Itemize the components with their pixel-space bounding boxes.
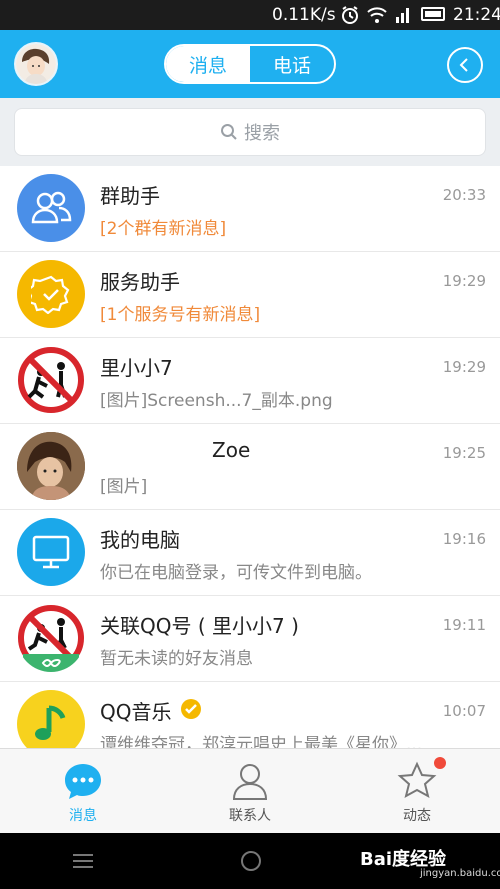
conversation-time: 19:25 xyxy=(442,444,486,462)
tab-label: 动态 xyxy=(403,808,431,824)
back-button[interactable] xyxy=(447,47,483,83)
user-avatar[interactable] xyxy=(14,42,58,86)
tab-feeds[interactable]: 动态 xyxy=(334,749,500,834)
tab-label: 联系人 xyxy=(229,808,271,824)
contacts-icon xyxy=(230,761,270,801)
conversation-name: 关联QQ号 ( 里小小7 ) xyxy=(100,614,299,638)
conversation-preview: [图片] xyxy=(100,477,148,497)
monitor-icon xyxy=(17,518,85,586)
conversation-item[interactable]: 我的电脑 你已在电脑登录，可传文件到电脑。 19:16 xyxy=(0,510,500,596)
notification-dot xyxy=(434,757,446,769)
star-icon xyxy=(397,761,437,801)
conversation-item[interactable]: 关联QQ号 ( 里小小7 ) 暂无未读的好友消息 19:11 xyxy=(0,596,500,682)
conversation-time: 19:29 xyxy=(442,272,486,290)
group-icon xyxy=(17,174,85,242)
conversation-time: 20:33 xyxy=(442,186,486,204)
home-icon[interactable] xyxy=(240,850,262,876)
conversation-time: 10:07 xyxy=(442,702,486,720)
conversation-preview: [图片]Screensh...7_副本.png xyxy=(100,391,333,411)
conversation-preview: [2个群有新消息] xyxy=(100,219,227,239)
conversation-name: 里小小7 xyxy=(100,356,173,380)
search-input[interactable]: 搜索 xyxy=(14,108,486,156)
conversation-time: 19:11 xyxy=(442,616,486,634)
network-speed: 0.11K/s xyxy=(272,5,336,25)
search-area: 搜索 xyxy=(0,98,500,166)
conversation-item[interactable]: QQ音乐 谭维维夺冠，郑淳元唱史上最美《星你》... 10:07 xyxy=(0,682,500,748)
tab-contacts[interactable]: 联系人 xyxy=(167,749,333,834)
conversation-time: 19:29 xyxy=(442,358,486,376)
conversation-preview: 你已在电脑登录，可传文件到电脑。 xyxy=(100,563,372,583)
conversation-time: 19:16 xyxy=(442,530,486,548)
conversation-name: 群助手 xyxy=(100,184,160,208)
alarm-icon xyxy=(340,5,360,30)
chat-bubble-icon xyxy=(63,761,103,801)
photo-avatar xyxy=(17,432,85,500)
conversation-preview: 谭维维夺冠，郑淳元唱史上最美《星你》... xyxy=(100,735,423,748)
search-placeholder: 搜索 xyxy=(244,123,280,144)
status-bar: 0.11K/s 21:24 xyxy=(0,0,500,30)
badge-check-icon xyxy=(17,260,85,328)
bottom-tab-bar: 消息 联系人 动态 xyxy=(0,748,500,833)
conversation-name: 服务助手 xyxy=(100,270,180,294)
music-note-icon xyxy=(17,690,85,748)
watermark-url: jingyan.baidu.com xyxy=(420,868,500,879)
tab-label: 消息 xyxy=(69,808,97,824)
conversation-name: Zoe xyxy=(212,438,251,462)
conversation-item[interactable]: 群助手 [2个群有新消息] 20:33 xyxy=(0,166,500,252)
conversation-item[interactable]: 服务助手 [1个服务号有新消息] 19:29 xyxy=(0,252,500,338)
tab-messages[interactable]: 消息 xyxy=(166,46,250,82)
verified-badge-icon xyxy=(180,698,202,724)
conversation-name: QQ音乐 xyxy=(100,700,172,724)
conversation-name: 我的电脑 xyxy=(100,528,180,552)
wifi-icon xyxy=(366,5,388,30)
header-bar: 消息 电话 xyxy=(0,30,500,98)
menu-icon[interactable] xyxy=(72,852,94,874)
conversation-item[interactable]: Zoe [图片] 19:25 xyxy=(0,424,500,510)
battery-icon xyxy=(421,7,445,21)
message-call-switch: 消息 电话 xyxy=(164,44,336,84)
chevron-left-icon xyxy=(459,58,468,72)
tab-calls[interactable]: 电话 xyxy=(250,46,334,82)
no-peeing-sign-icon xyxy=(17,604,85,672)
search-icon xyxy=(221,124,237,140)
conversation-preview: [1个服务号有新消息] xyxy=(100,305,261,325)
clock: 21:24 xyxy=(453,5,500,25)
conversation-list: 群助手 [2个群有新消息] 20:33 服务助手 [1个服务号有新消息] 19:… xyxy=(0,166,500,748)
signal-icon xyxy=(394,5,412,30)
tab-messages-bottom[interactable]: 消息 xyxy=(0,749,166,834)
no-peeing-sign-icon xyxy=(17,346,85,414)
conversation-preview: 暂无未读的好友消息 xyxy=(100,649,253,669)
conversation-item[interactable]: 里小小7 [图片]Screensh...7_副本.png 19:29 xyxy=(0,338,500,424)
